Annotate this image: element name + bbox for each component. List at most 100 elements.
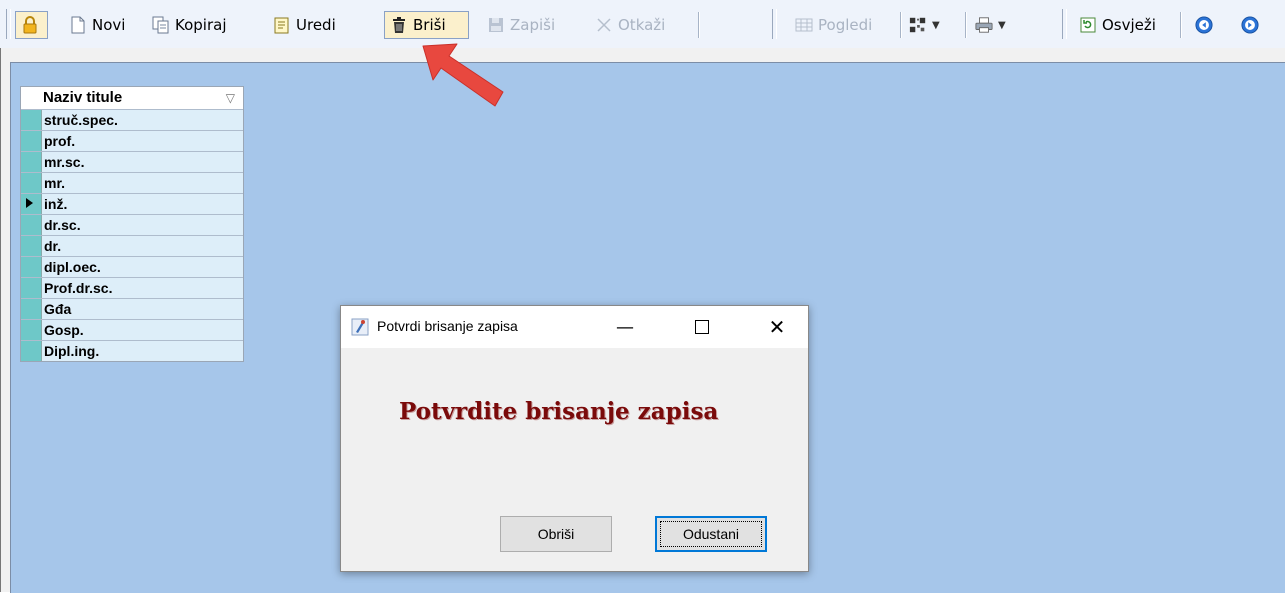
column-header-naziv-titule[interactable]: Naziv titule ▽ — [41, 87, 243, 109]
grid-row[interactable]: dr.sc. — [21, 214, 243, 235]
toolbar-separator — [698, 12, 699, 38]
refresh-button-label: Osvježi — [1102, 16, 1156, 34]
cancel-button[interactable]: Odustani — [655, 516, 767, 552]
delete-confirm-button[interactable]: Obriši — [500, 516, 612, 552]
grid-row[interactable]: dr. — [21, 235, 243, 256]
row-indicator[interactable] — [21, 173, 42, 193]
app-icon — [351, 318, 369, 336]
new-document-icon — [69, 16, 87, 34]
grid-header: Naziv titule ▽ — [21, 86, 243, 109]
delete-confirm-label: Obriši — [537, 526, 575, 542]
red-pointer-arrow — [422, 43, 504, 107]
grid-cell-naziv-titule[interactable]: mr.sc. — [42, 152, 243, 172]
next-circle-icon — [1241, 16, 1259, 34]
new-button-label: Novi — [92, 16, 126, 34]
delete-button[interactable]: Briši — [384, 11, 469, 39]
copy-button-label: Kopiraj — [175, 16, 227, 34]
grid-cell-naziv-titule[interactable]: struč.spec. — [42, 110, 243, 130]
header-indicator — [21, 87, 41, 109]
toolbar-separator — [900, 12, 901, 38]
floppy-disk-icon — [487, 16, 505, 34]
grid-row[interactable]: Prof.dr.sc. — [21, 277, 243, 298]
toolbar-separator — [1180, 12, 1181, 38]
row-indicator[interactable] — [21, 215, 42, 235]
grid-cell-naziv-titule[interactable]: Gđa — [42, 299, 243, 319]
previous-circle-icon — [1195, 16, 1213, 34]
row-indicator[interactable] — [21, 278, 42, 298]
minimize-button[interactable]: — — [605, 310, 645, 344]
grid-row[interactable]: mr.sc. — [21, 151, 243, 172]
grid-row[interactable]: struč.spec. — [21, 109, 243, 130]
previous-record-button[interactable] — [1186, 11, 1222, 39]
dialog-title: Potvrdi brisanje zapisa — [377, 318, 518, 334]
copy-button[interactable]: Kopiraj — [147, 11, 231, 39]
toolbar-grip[interactable] — [1062, 9, 1067, 39]
maximize-button[interactable] — [682, 310, 722, 344]
minimize-icon: — — [616, 316, 634, 338]
row-indicator[interactable] — [21, 299, 42, 319]
dialog-title-bar[interactable]: Potvrdi brisanje zapisa — ✕ — [341, 306, 808, 348]
grid-cell-naziv-titule[interactable]: Dipl.ing. — [42, 341, 243, 361]
padlock-icon — [21, 16, 39, 34]
save-button-label: Zapiši — [510, 16, 556, 34]
trash-icon — [390, 16, 408, 34]
confirm-message: Potvrdite brisanje zapisa — [399, 398, 719, 425]
cancel-edit-button-label: Otkaži — [618, 16, 666, 34]
grid-row[interactable]: inž. — [21, 193, 243, 214]
row-indicator[interactable] — [21, 236, 42, 256]
print-dropdown[interactable]: ▼ — [970, 11, 1011, 39]
printer-icon — [975, 16, 993, 34]
dropdown-caret-icon: ▼ — [932, 19, 940, 31]
grid-cell-naziv-titule[interactable]: Prof.dr.sc. — [42, 278, 243, 298]
grid-cell-naziv-titule[interactable]: dipl.oec. — [42, 257, 243, 277]
filter-funnel-icon[interactable]: ▽ — [226, 87, 235, 109]
grid-cell-naziv-titule[interactable]: prof. — [42, 131, 243, 151]
main-toolbar: Novi Kopiraj Uredi Briši Zapiši Otkaži P… — [0, 0, 1285, 49]
cancel-edit-button[interactable]: Otkaži — [590, 11, 670, 39]
row-indicator[interactable] — [21, 341, 42, 361]
qr-code-dropdown[interactable]: ▼ — [904, 11, 945, 39]
edit-document-icon — [273, 16, 291, 34]
confirm-delete-dialog: Potvrdi brisanje zapisa — ✕ Potvrdite br… — [340, 305, 809, 572]
x-icon — [595, 16, 613, 34]
toolbar-grip[interactable] — [772, 9, 777, 39]
grid-view-icon — [795, 16, 813, 34]
grid-cell-naziv-titule[interactable]: dr. — [42, 236, 243, 256]
grid-rows: struč.spec. prof. mr.sc. mr. inž. dr.sc. dr. di… — [21, 109, 243, 361]
copy-icon — [152, 16, 170, 34]
delete-button-label: Briši — [413, 16, 446, 34]
row-indicator[interactable] — [21, 257, 42, 277]
row-indicator[interactable] — [21, 320, 42, 340]
views-button[interactable]: Pogledi — [790, 11, 877, 39]
grid-row[interactable]: mr. — [21, 172, 243, 193]
row-indicator[interactable] — [21, 152, 42, 172]
edit-button[interactable]: Uredi — [268, 11, 341, 39]
column-header-label: Naziv titule — [43, 89, 123, 106]
row-indicator[interactable] — [21, 131, 42, 151]
refresh-button[interactable]: Osvježi — [1074, 11, 1161, 39]
lock-button[interactable] — [15, 11, 48, 39]
edit-button-label: Uredi — [296, 16, 336, 34]
save-button[interactable]: Zapiši — [482, 11, 560, 39]
grid-row[interactable]: Dipl.ing. — [21, 340, 243, 361]
views-button-label: Pogledi — [818, 16, 873, 34]
close-button[interactable]: ✕ — [757, 310, 797, 344]
grid-row[interactable]: prof. — [21, 130, 243, 151]
new-button[interactable]: Novi — [64, 11, 130, 39]
grid-row[interactable]: Gđa — [21, 298, 243, 319]
grid-cell-naziv-titule[interactable]: dr.sc. — [42, 215, 243, 235]
titles-grid[interactable]: Naziv titule ▽ struč.spec. prof. mr.sc. mr.… — [20, 86, 244, 362]
refresh-icon — [1079, 16, 1097, 34]
current-row-indicator[interactable] — [21, 194, 42, 214]
grid-cell-naziv-titule[interactable]: mr. — [42, 173, 243, 193]
maximize-icon — [695, 320, 709, 334]
grid-row[interactable]: dipl.oec. — [21, 256, 243, 277]
qr-code-icon — [909, 16, 927, 34]
grid-cell-naziv-titule[interactable]: inž. — [42, 194, 243, 214]
grid-cell-naziv-titule[interactable]: Gosp. — [42, 320, 243, 340]
row-indicator[interactable] — [21, 110, 42, 130]
grid-row[interactable]: Gosp. — [21, 319, 243, 340]
close-icon: ✕ — [768, 315, 786, 339]
toolbar-grip[interactable] — [6, 9, 11, 39]
next-record-button[interactable] — [1232, 11, 1268, 39]
